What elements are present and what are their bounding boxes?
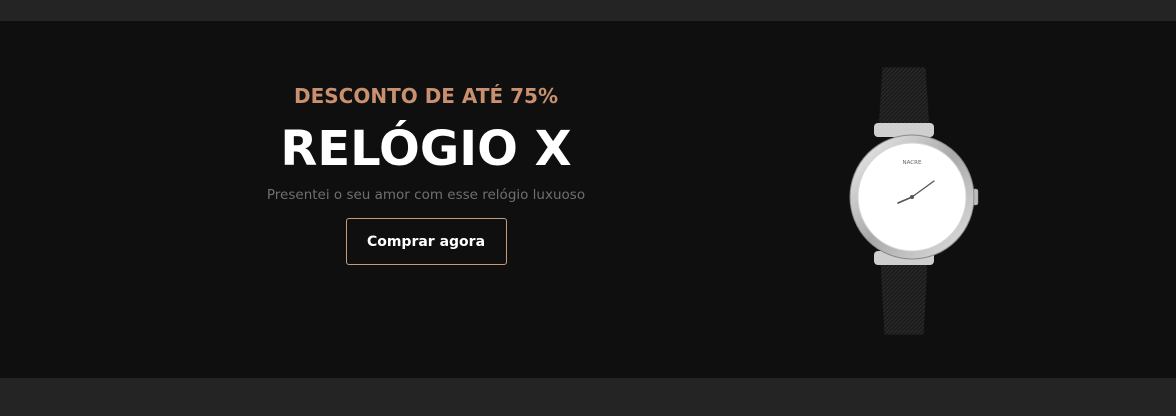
top-bar (0, 0, 1176, 21)
hero-banner: DESCONTO DE ATÉ 75% RELÓGIO X Presentei … (0, 21, 1176, 378)
watch-brand-label: NACRE (903, 160, 922, 166)
buy-now-button[interactable]: Comprar agora (345, 218, 507, 265)
product-subtitle: Presentei o seu amor com esse relógio lu… (266, 187, 586, 203)
bottom-bar (0, 378, 1176, 416)
discount-headline: DESCONTO DE ATÉ 75% (294, 84, 558, 108)
hero-text-block: DESCONTO DE ATÉ 75% RELÓGIO X Presentei … (226, 81, 626, 265)
wristwatch-icon: NACRE (849, 66, 979, 336)
product-image: NACRE (838, 61, 986, 341)
product-title: RELÓGIO X (280, 121, 572, 177)
